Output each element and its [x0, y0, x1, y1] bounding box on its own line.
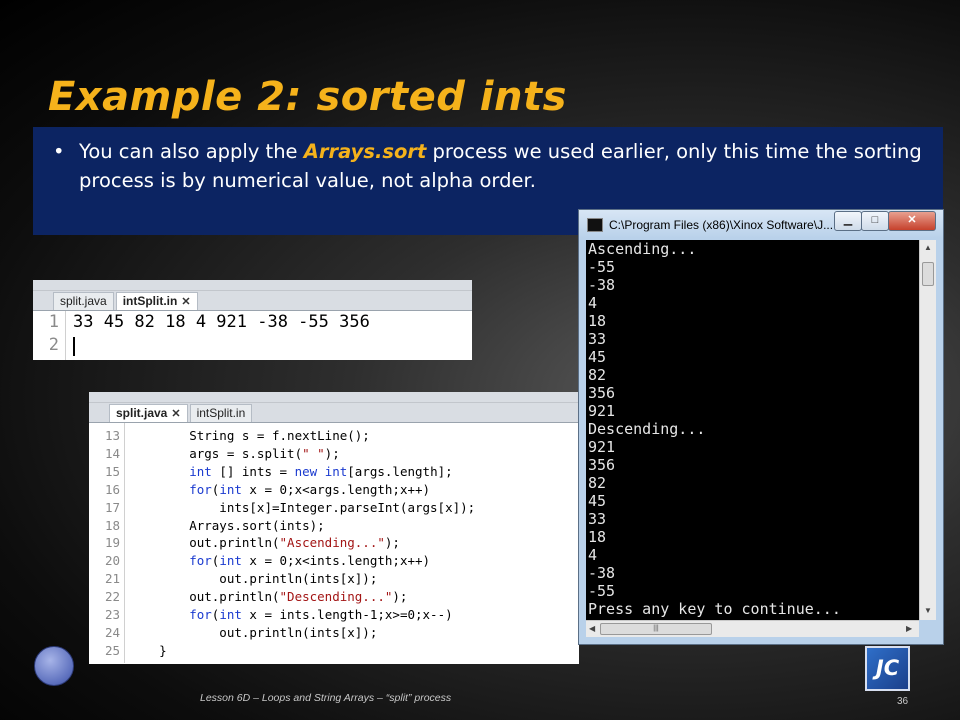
code-line: Arrays.sort(ints);	[129, 517, 325, 533]
code-block: String s = f.nextLine(); args = s.split(…	[129, 427, 475, 660]
line-number: 17	[104, 499, 120, 515]
tab-split-java[interactable]: split.java ✕	[109, 404, 188, 422]
line-number-gutter: 13 14 15 16 17 18 19 20 21 22 23 24 25	[89, 423, 125, 663]
editor-source-file: split.java ✕ intSplit.in 13 14 15 16 17 18 19 2…	[89, 392, 579, 664]
code-line: out.println(ints[x]);	[129, 624, 378, 640]
console-line: 45	[588, 492, 607, 510]
editor-toolbar-strip	[89, 392, 579, 403]
console-line: 921	[588, 438, 616, 456]
scrollbar-thumb[interactable]: |||	[600, 623, 712, 635]
text-cursor	[73, 337, 75, 356]
editor-toolbar-strip	[33, 280, 472, 291]
code-line: ints[x]=Integer.parseInt(args[x]);	[129, 499, 476, 515]
console-line: 18	[588, 312, 607, 330]
code-line: out.println("Ascending...");	[129, 535, 400, 551]
scroll-right-arrow-icon[interactable]: ▶	[906, 624, 912, 633]
editor-tab-bar: split.java intSplit.in ✕	[33, 291, 472, 311]
code-line: for(int x = ints.length-1;x>=0;x--)	[189, 607, 453, 623]
line-number: 20	[104, 553, 120, 569]
editor-text-area[interactable]: 13 14 15 16 17 18 19 20 21 22 23 24 25 String s = f.…	[89, 423, 579, 663]
tab-split-java[interactable]: split.java	[53, 292, 114, 310]
line-number: 16	[104, 481, 120, 497]
line-number: 19	[104, 535, 120, 551]
bullet-text-pre: You can also apply the	[79, 140, 304, 163]
code-line: }	[129, 642, 167, 658]
line-number: 2	[48, 335, 59, 355]
console-line: -38	[588, 276, 616, 294]
console-line: 356	[588, 384, 616, 402]
console-line: Press any key to continue...	[588, 600, 841, 618]
line-number: 18	[104, 517, 120, 533]
editor-text-area[interactable]: 1 2 33 45 82 18 4 921 -38 -55 356	[33, 311, 472, 360]
console-line: 921	[588, 402, 616, 420]
console-app-icon	[587, 218, 603, 232]
scroll-up-arrow-icon[interactable]: ▲	[924, 243, 932, 252]
code-line: for(int x = 0;x<args.length;x++)	[189, 481, 431, 497]
code-line: int [] ints = new int[args.length];	[189, 463, 453, 479]
close-tab-icon[interactable]: ✕	[171, 407, 180, 420]
page-number: 36	[897, 696, 909, 707]
console-line: -38	[588, 564, 616, 582]
navigation-circle-button[interactable]	[34, 646, 74, 686]
editor-tab-bar: split.java ✕ intSplit.in	[89, 403, 579, 423]
bullet-point: • You can also apply the Arrays.sort pro…	[53, 137, 933, 195]
jc-logo: JC	[865, 646, 910, 691]
console-line: 82	[588, 474, 607, 492]
line-number: 13	[104, 428, 120, 443]
editor-input-file: split.java intSplit.in ✕ 1 2 33 45 82 18…	[33, 280, 472, 360]
tab-intsplit-in[interactable]: intSplit.in ✕	[115, 292, 198, 310]
console-line: 82	[588, 366, 607, 384]
console-line: -55	[588, 258, 616, 276]
console-line: 4	[588, 546, 598, 564]
scroll-left-arrow-icon[interactable]: ◀	[589, 624, 595, 633]
console-line: 4	[588, 294, 598, 312]
line-number: 21	[104, 571, 120, 587]
slide-footer: Lesson 6D – Loops and String Arrays – “s…	[200, 692, 452, 704]
console-line: 33	[588, 510, 607, 528]
code-line: String s = f.nextLine();	[129, 428, 370, 443]
horizontal-scrollbar[interactable]: ◀ ||| ▶	[586, 620, 919, 637]
minimize-button[interactable]: ▁	[834, 211, 862, 231]
bullet-dot: •	[53, 140, 65, 163]
console-title-bar[interactable]: C:\Program Files (x86)\Xinox Software\J.…	[579, 210, 943, 238]
console-line: Ascending...	[588, 240, 697, 258]
console-line: 33	[588, 330, 607, 348]
maximize-button[interactable]: □	[861, 211, 889, 231]
line-number: 14	[104, 445, 120, 461]
scroll-down-arrow-icon[interactable]: ▼	[924, 606, 932, 615]
code-line: out.println("Descending...");	[129, 589, 408, 605]
console-line: Descending...	[588, 420, 706, 438]
console-line: -55	[588, 582, 616, 600]
code-line: 33 45 82 18 4 921 -38 -55 356	[73, 312, 370, 332]
code-line: for(int x = 0;x<ints.length;x++)	[189, 553, 431, 569]
bullet-text-emphasis: Arrays.sort	[303, 140, 427, 163]
line-number: 25	[104, 642, 120, 658]
slide-title: Example 2: sorted ints	[48, 74, 567, 120]
line-number: 24	[104, 624, 120, 640]
line-number: 1	[48, 312, 59, 332]
line-number: 15	[104, 463, 120, 479]
console-line: 18	[588, 528, 607, 546]
code-line: out.println(ints[x]);	[129, 571, 378, 587]
close-button[interactable]: ✕	[888, 211, 936, 231]
close-tab-icon[interactable]: ✕	[181, 295, 190, 308]
scrollbar-thumb[interactable]	[922, 262, 934, 286]
console-output[interactable]: Ascending... -55 -38 4 18 33 45 82 356 921 Descend…	[586, 240, 919, 620]
line-number: 23	[104, 607, 120, 623]
line-number: 22	[104, 589, 120, 605]
vertical-scrollbar[interactable]: ▲ ▼	[919, 240, 936, 620]
console-line: 356	[588, 456, 616, 474]
console-line: 45	[588, 348, 607, 366]
console-window: C:\Program Files (x86)\Xinox Software\J.…	[578, 209, 944, 645]
tab-intsplit-in[interactable]: intSplit.in	[189, 404, 253, 422]
line-number-gutter: 1 2	[33, 311, 66, 360]
code-line: args = s.split(" ");	[129, 445, 340, 461]
console-title: C:\Program Files (x86)\Xinox Software\J.…	[609, 218, 834, 232]
